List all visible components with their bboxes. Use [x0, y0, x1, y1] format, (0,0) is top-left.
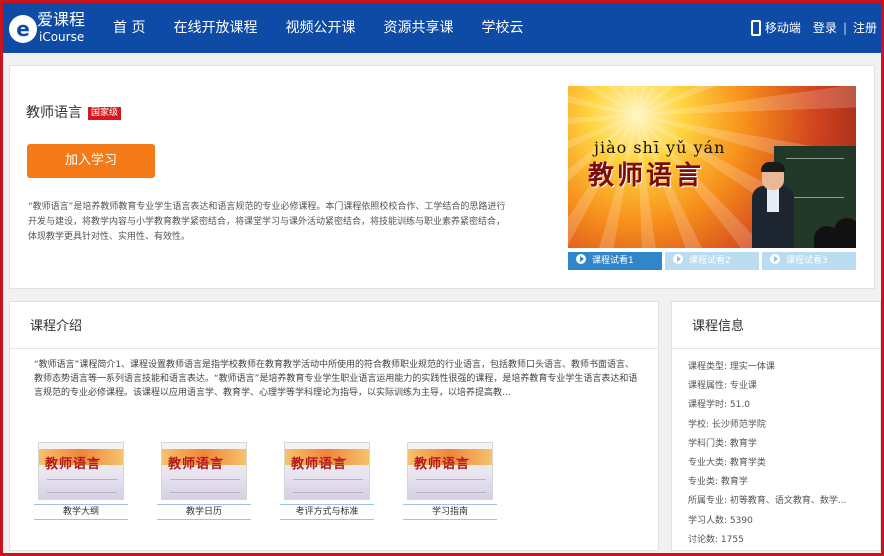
divider: | — [842, 21, 847, 35]
mobile-link[interactable]: 移动端 — [765, 3, 801, 53]
national-level-badge: 国家级 — [88, 107, 122, 120]
play-icon — [576, 254, 586, 264]
icourse-logo[interactable]: e 爱课程 iCourse — [9, 11, 91, 47]
top-header: e 爱课程 iCourse 首 页 在线开放课程 视频公开课 资源共享课 学校云… — [3, 3, 881, 53]
info-discipline: 学科门类: 教育学 — [688, 438, 757, 449]
video-tab-label: 课程试看3 — [786, 256, 828, 266]
info-list: 课程类型: 理实一体课 课程属性: 专业课 课程学时: 51.0 学校: 长沙师… — [688, 358, 874, 550]
intro-heading: 课程介绍 — [30, 319, 83, 334]
thumb-lines — [170, 479, 240, 493]
info-course-attribute: 课程属性: 专业课 — [688, 381, 757, 392]
video-tab-label: 课程试看2 — [689, 256, 731, 266]
divider — [672, 348, 880, 349]
video-preview-tabs: 课程试看1 课程试看2 课程试看3 — [568, 252, 856, 270]
login-link[interactable]: 登录 — [813, 3, 837, 53]
course-summary-card: 教师语言 国家级 加入学习 “教师语言”是培养教师教育专业学生语言表达和语言规范的… — [9, 65, 875, 289]
thumb-lines — [47, 479, 117, 493]
divider — [10, 348, 658, 349]
intro-text: “教师语言”课程简介1、课程设置教师语言是指学校教师在教育教学活动中所使用的符合… — [34, 360, 638, 398]
student-figure — [834, 218, 856, 248]
register-link[interactable]: 注册 — [853, 3, 877, 53]
video-title-text: 教师语言 — [588, 161, 705, 191]
thumb-lines — [416, 479, 486, 493]
logo-cn-text: 爱课程 — [37, 10, 86, 29]
course-description: “教师语言”是培养教师教育专业学生语言表达和语言规范的专业必修课程。本门课程依照… — [28, 202, 506, 242]
account-links: 移动端 登录 | 注册 — [750, 3, 877, 53]
thumb-lines — [293, 479, 363, 493]
thumb-title: 教师语言 — [168, 457, 225, 472]
teacher-shirt — [767, 188, 779, 212]
resource-assessment[interactable]: 教师语言 考评方式与标准 — [280, 442, 374, 520]
main-nav: 首 页 在线开放课程 视频公开课 资源共享课 学校云 — [113, 3, 551, 53]
document-thumbnail: 教师语言 — [284, 442, 370, 500]
info-heading: 课程信息 — [692, 319, 745, 334]
info-major-category: 专业大类: 教育学类 — [688, 458, 766, 469]
resource-list: 教师语言 教学大纲 教师语言 教学日历 教师语言 考评方式与标准 教师语言 学习… — [34, 442, 526, 520]
play-icon — [770, 254, 780, 264]
info-learners: 学习人数: 5390 — [688, 515, 753, 526]
play-icon — [673, 254, 683, 264]
logo-en-text: iCourse — [39, 30, 85, 44]
info-discussions: 讨论数: 1755 — [688, 534, 744, 545]
screenshot-frame: e 爱课程 iCourse 首 页 在线开放课程 视频公开课 资源共享课 学校云… — [0, 0, 884, 556]
course-intro-panel: 课程介绍 “教师语言”课程简介1、课程设置教师语言是指学校教师在教育教学活动中所… — [9, 301, 659, 551]
board-writing — [786, 158, 844, 198]
info-course-hours: 课程学时: 51.0 — [688, 400, 750, 411]
nav-resource-courses[interactable]: 资源共享课 — [383, 3, 453, 53]
course-info-panel: 课程信息 课程类型: 理实一体课 课程属性: 专业课 课程学时: 51.0 学校… — [671, 301, 881, 551]
document-thumbnail: 教师语言 — [407, 442, 493, 500]
nav-home[interactable]: 首 页 — [113, 3, 145, 53]
resource-syllabus[interactable]: 教师语言 教学大纲 — [34, 442, 128, 520]
resource-study-guide[interactable]: 教师语言 学习指南 — [403, 442, 497, 520]
video-tab-1[interactable]: 课程试看1 — [568, 252, 662, 270]
info-majors: 所属专业: 初等教育、语文教育、数学... — [688, 496, 847, 507]
info-course-type: 课程类型: 理实一体课 — [688, 362, 775, 372]
course-video-player[interactable]: jiào shī yǔ yán 教师语言 — [568, 86, 856, 248]
video-tab-3[interactable]: 课程试看3 — [762, 252, 856, 270]
join-course-button[interactable]: 加入学习 — [27, 144, 155, 178]
resource-calendar[interactable]: 教师语言 教学日历 — [157, 442, 251, 520]
video-tab-2[interactable]: 课程试看2 — [665, 252, 759, 270]
nav-video-courses[interactable]: 视频公开课 — [285, 3, 355, 53]
document-thumbnail: 教师语言 — [161, 442, 247, 500]
thumb-title: 教师语言 — [414, 457, 471, 472]
video-tab-label: 课程试看1 — [592, 256, 634, 266]
resource-label: 教学日历 — [157, 504, 251, 520]
course-title-text: 教师语言 — [26, 105, 82, 121]
document-thumbnail: 教师语言 — [38, 442, 124, 500]
logo-e-icon: e — [9, 15, 37, 43]
resource-label: 教学大纲 — [34, 504, 128, 520]
info-major-class: 专业类: 教育学 — [688, 477, 748, 488]
nav-school-cloud[interactable]: 学校云 — [481, 3, 523, 53]
thumb-title: 教师语言 — [291, 457, 348, 472]
resource-label: 考评方式与标准 — [280, 504, 374, 520]
resource-label: 学习指南 — [403, 504, 497, 520]
info-school[interactable]: 学校: 长沙师范学院 — [688, 416, 874, 435]
nav-open-courses[interactable]: 在线开放课程 — [173, 3, 257, 53]
thumb-title: 教师语言 — [45, 457, 102, 472]
course-title: 教师语言 国家级 — [26, 104, 122, 122]
mobile-phone-icon[interactable] — [750, 20, 761, 36]
video-pinyin-text: jiào shī yǔ yán — [594, 138, 726, 157]
teacher-hair — [761, 162, 785, 172]
